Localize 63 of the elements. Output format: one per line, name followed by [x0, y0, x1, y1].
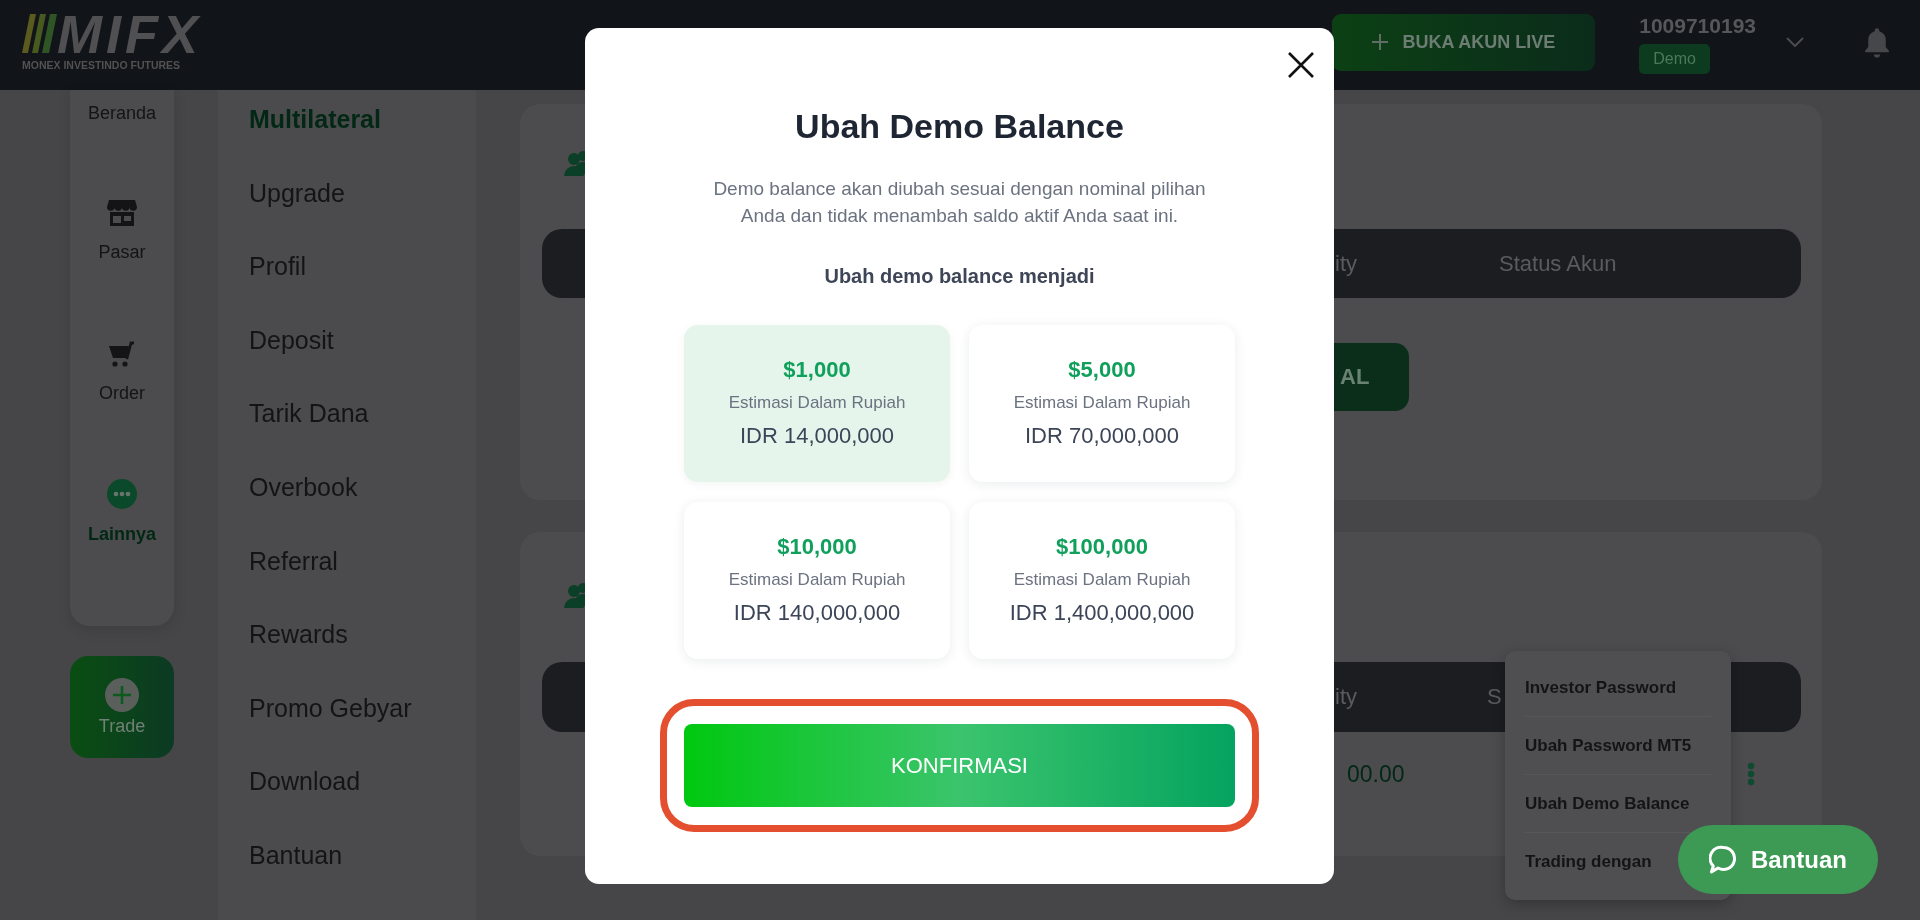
- menu-item[interactable]: Tarik Dana: [249, 398, 369, 429]
- action-button[interactable]: AL: [1333, 343, 1410, 411]
- nav-item[interactable]: Pasar: [98, 199, 146, 262]
- option-amount: $10,000: [777, 535, 857, 559]
- column-header: S: [1487, 684, 1502, 710]
- option-amount: $100,000: [1056, 535, 1148, 559]
- close-icon: [1288, 52, 1314, 78]
- option-caption: Estimasi Dalam Rupiah: [1013, 393, 1191, 413]
- balance-option-card[interactable]: $1,000 Estimasi Dalam Rupiah IDR 14,000,000: [684, 325, 950, 482]
- open-live-account-button[interactable]: BUKA AKUN LIVE: [1331, 13, 1596, 71]
- menu-item[interactable]: Referral: [249, 545, 338, 576]
- option-caption: Estimasi Dalam Rupiah: [728, 570, 906, 590]
- menu-option[interactable]: Ubah Demo Balance: [1525, 793, 1690, 814]
- option-amount: $5,000: [1068, 358, 1136, 382]
- confirm-button[interactable]: KONFIRMASI: [684, 724, 1235, 807]
- menu-item[interactable]: Deposit: [249, 324, 334, 355]
- menu-option[interactable]: Investor Password: [1525, 677, 1677, 698]
- menu-item[interactable]: Multilateral: [249, 104, 381, 134]
- nav-item[interactable]: Order: [99, 338, 145, 403]
- more-options-icon[interactable]: [1747, 762, 1755, 786]
- option-rupiah-value: IDR 14,000,000: [739, 423, 895, 449]
- column-header: Status Akun: [1499, 250, 1617, 277]
- menu-item[interactable]: Promo Gebyar: [249, 692, 412, 723]
- account-number: 1009710193: [1639, 14, 1756, 38]
- menu-option[interactable]: Ubah Password MT5: [1525, 735, 1692, 756]
- menu-item[interactable]: Rewards: [249, 619, 348, 650]
- bell-icon[interactable]: [1862, 25, 1892, 59]
- option-caption: Estimasi Dalam Rupiah: [728, 393, 906, 413]
- modal-description: Demo balance akan diubah sesuai dengan nominal pilihan Anda dan tidak menambah saldo aktif Anda saat ini.: [712, 177, 1207, 228]
- menu-item[interactable]: Upgrade: [249, 177, 345, 208]
- menu-item[interactable]: Profil: [249, 251, 306, 282]
- nav-item[interactable]: Lainnya: [88, 479, 156, 544]
- plus-icon: [1371, 34, 1388, 50]
- option-rupiah-value: IDR 70,000,000: [1024, 423, 1180, 449]
- account-type-badge: Demo: [1639, 44, 1710, 74]
- option-rupiah-value: IDR 1,400,000,000: [1009, 600, 1195, 626]
- more-icon: [107, 479, 137, 509]
- menu-option[interactable]: Trading dengan: [1525, 852, 1652, 872]
- modal-title: Ubah Demo Balance: [795, 106, 1124, 147]
- chevron-down-icon[interactable]: [1786, 37, 1804, 47]
- logo-tagline: MONEX INVESTINDO FUTURES: [22, 58, 182, 71]
- close-button[interactable]: [1288, 52, 1314, 78]
- store-icon: [107, 199, 137, 227]
- option-amount: $1,000: [783, 358, 851, 382]
- option-caption: Estimasi Dalam Rupiah: [1013, 570, 1191, 590]
- balance-option-card[interactable]: $100,000 Estimasi Dalam Rupiah IDR 1,400,000,000: [969, 502, 1235, 659]
- trade-button[interactable]: Trade: [70, 656, 174, 758]
- menu-item[interactable]: Overbook: [249, 471, 358, 502]
- help-button[interactable]: Bantuan: [1678, 825, 1878, 894]
- balance-option-card[interactable]: $10,000 Estimasi Dalam Rupiah IDR 140,000,000: [684, 502, 950, 659]
- column-header: ity: [1335, 250, 1357, 277]
- menu-item[interactable]: Download: [249, 766, 361, 797]
- option-rupiah-value: IDR 140,000,000: [733, 600, 901, 626]
- plus-circle-icon: [105, 677, 139, 712]
- menu-item[interactable]: Bantuan: [249, 839, 343, 870]
- column-header: ity: [1335, 684, 1357, 710]
- logo-stripes-icon: [22, 14, 57, 53]
- balance-option-card[interactable]: $5,000 Estimasi Dalam Rupiah IDR 70,000,000: [969, 325, 1235, 482]
- table-cell: 00.00: [1347, 761, 1405, 787]
- nav-item[interactable]: Beranda: [87, 103, 157, 123]
- modal-subtitle: Ubah demo balance menjadi: [824, 264, 1095, 288]
- logo-wordmark: MIFX: [57, 13, 202, 54]
- chat-bubble-icon: [1709, 844, 1737, 875]
